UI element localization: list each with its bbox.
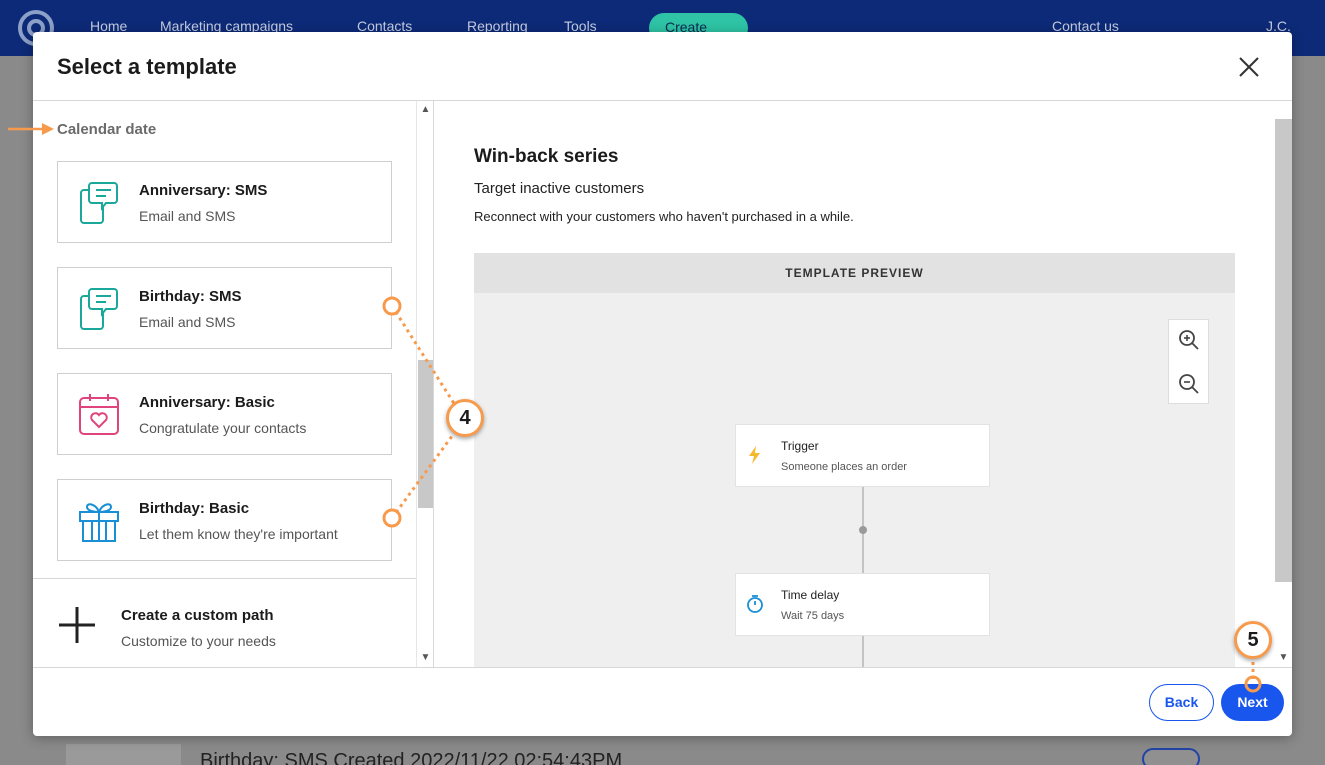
zoom-out-icon[interactable]: [1177, 372, 1201, 396]
scrollbar-thumb[interactable]: [1275, 119, 1292, 582]
preview-title: Win-back series: [474, 146, 619, 167]
flow-connector-dot: [859, 526, 867, 534]
node-title: Trigger: [781, 439, 819, 453]
modal-header: Select a template: [33, 32, 1292, 101]
template-name: Birthday: Basic: [139, 500, 250, 517]
zoom-controls: [1168, 319, 1209, 404]
scroll-up-icon[interactable]: ▲: [417, 103, 434, 117]
modal-footer: Back Next: [33, 667, 1292, 736]
template-description: Let them know they're important: [139, 526, 338, 542]
template-name: Anniversary: SMS: [139, 182, 268, 199]
flow-node-trigger: Trigger Someone places an order: [735, 424, 990, 487]
node-title: Time delay: [781, 588, 840, 602]
stopwatch-icon: [747, 595, 763, 613]
node-description: Someone places an order: [781, 461, 907, 473]
gift-icon: [79, 503, 119, 542]
template-card-birthday-sms[interactable]: Birthday: SMS Email and SMS: [57, 267, 392, 349]
custom-path-description: Customize to your needs: [121, 633, 276, 649]
template-card-birthday-basic[interactable]: Birthday: Basic Let them know they're im…: [57, 479, 392, 561]
lightning-icon: [749, 446, 760, 464]
zoom-in-icon[interactable]: [1177, 328, 1201, 352]
custom-path-name: Create a custom path: [121, 607, 274, 624]
flow-node-time-delay: Time delay Wait 75 days: [735, 573, 990, 636]
scroll-down-icon[interactable]: ▼: [1275, 651, 1292, 665]
template-name: Birthday: SMS: [139, 288, 242, 305]
scroll-down-icon[interactable]: ▼: [417, 651, 434, 665]
section-label-calendar-date: Calendar date: [57, 121, 157, 138]
create-custom-path[interactable]: Create a custom path Customize to your n…: [33, 578, 416, 667]
template-list: Calendar date Anniversary: SMS Email and…: [33, 101, 433, 667]
template-card-anniversary-basic[interactable]: Anniversary: Basic Congratulate your con…: [57, 373, 392, 455]
preview-subtitle: Target inactive customers: [474, 180, 645, 197]
flow-connector: [862, 636, 864, 667]
template-list-scrollbar[interactable]: ▲ ▼: [416, 101, 434, 667]
preview-description: Reconnect with your customers who haven'…: [474, 209, 854, 224]
template-preview-panel: Win-back series Target inactive customer…: [434, 101, 1275, 667]
template-preview-canvas[interactable]: TEMPLATE PREVIEW Trigger Someone places …: [474, 253, 1235, 667]
sms-phone-icon: [80, 182, 118, 224]
background-edit-button: [1142, 748, 1200, 765]
template-description: Email and SMS: [139, 314, 236, 330]
template-description: Congratulate your contacts: [139, 420, 307, 436]
template-description: Email and SMS: [139, 208, 236, 224]
select-template-modal: Select a template Calendar date Annivers…: [33, 32, 1292, 736]
preview-scrollbar[interactable]: ▼: [1275, 101, 1292, 667]
back-button[interactable]: Back: [1149, 684, 1214, 721]
plus-icon: [59, 607, 95, 643]
template-name: Anniversary: Basic: [139, 394, 275, 411]
background-thumbnail: [66, 744, 181, 765]
sms-phone-icon: [80, 288, 118, 330]
calendar-heart-icon: [79, 394, 119, 435]
scrollbar-thumb[interactable]: [418, 360, 434, 508]
step-badge-4: 4: [446, 399, 484, 437]
step-badge-5: 5: [1234, 621, 1272, 659]
template-preview-header: TEMPLATE PREVIEW: [474, 253, 1235, 293]
node-description: Wait 75 days: [781, 610, 845, 622]
background-row-title: Birthday: SMS Created 2022/11/22 02:54:4…: [200, 750, 623, 765]
modal-title: Select a template: [57, 54, 237, 79]
close-icon[interactable]: [1236, 54, 1262, 80]
next-button[interactable]: Next: [1221, 684, 1284, 721]
template-card-anniversary-sms[interactable]: Anniversary: SMS Email and SMS: [57, 161, 392, 243]
